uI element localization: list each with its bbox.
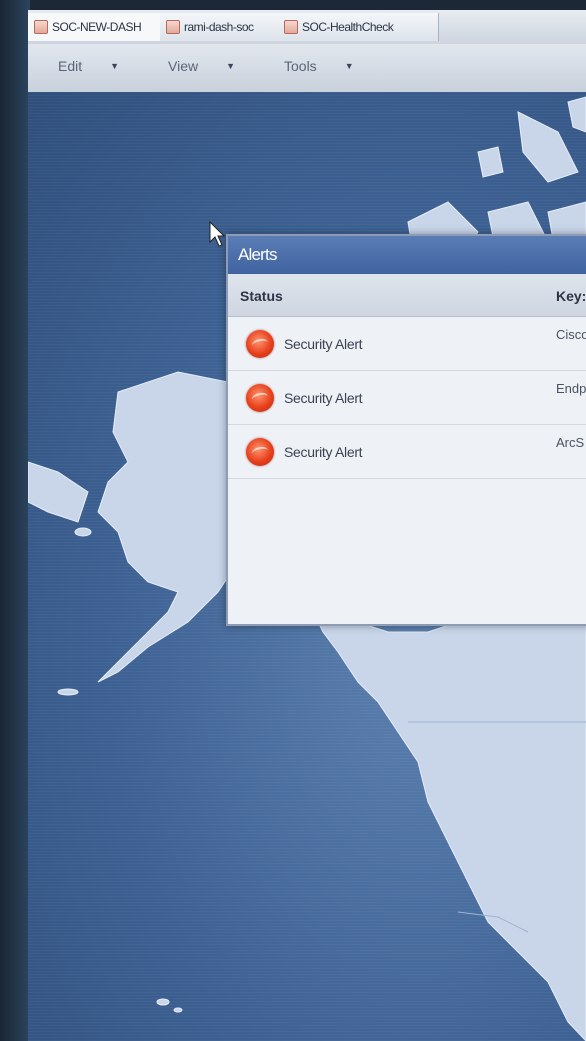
- menu-tools[interactable]: Tools ▼: [284, 58, 354, 74]
- dashboard-icon: [34, 20, 48, 34]
- alaska-landmass: [28, 461, 89, 523]
- arctic-islands: [517, 111, 579, 183]
- screen: SOC-NEW-DASH rami-dash-soc SOC-HealthChe…: [28, 10, 586, 1041]
- menu-view[interactable]: View ▼: [168, 58, 235, 74]
- dashboard-icon: [166, 20, 180, 34]
- alert-status-text: Security Alert: [284, 390, 363, 406]
- tab-label: SOC-NEW-DASH: [52, 20, 142, 34]
- column-header-status[interactable]: Status: [240, 288, 283, 304]
- tab-soc-new-dash[interactable]: SOC-NEW-DASH: [28, 13, 167, 41]
- alert-status-icon: [246, 438, 274, 466]
- menu-edit-label: Edit: [58, 58, 83, 74]
- alerts-table-header: Status Key:: [228, 274, 586, 317]
- island: [156, 998, 170, 1006]
- island: [173, 1007, 183, 1013]
- chevron-down-icon: ▼: [226, 61, 236, 71]
- table-row[interactable]: Security Alert ArcS: [228, 425, 586, 479]
- alert-status-text: Security Alert: [284, 336, 363, 352]
- column-header-key[interactable]: Key:: [556, 288, 586, 304]
- alaska-landmass: [97, 371, 239, 683]
- alert-key-text: Cisco: [556, 327, 586, 342]
- chevron-down-icon: ▼: [110, 61, 120, 71]
- island: [74, 527, 92, 537]
- tab-rami-dash-soc[interactable]: rami-dash-soc: [160, 13, 285, 41]
- menu-tools-label: Tools: [284, 58, 317, 74]
- dashboard-icon: [284, 20, 298, 34]
- alert-key-text: ArcS: [556, 435, 585, 450]
- arctic-islands: [477, 146, 504, 178]
- tab-label: rami-dash-soc: [184, 20, 254, 34]
- island: [57, 688, 79, 696]
- menu-bar: Edit ▼ View ▼ Tools ▼: [28, 44, 586, 94]
- menu-edit[interactable]: Edit ▼: [58, 58, 119, 74]
- tab-label: SOC-HealthCheck: [302, 20, 394, 34]
- chevron-down-icon: ▼: [344, 61, 354, 71]
- alert-key-text: Endp: [556, 381, 586, 396]
- table-row[interactable]: Security Alert Endp: [228, 371, 586, 425]
- monitor-bezel-left: [0, 0, 30, 1041]
- menu-view-label: View: [168, 58, 199, 74]
- alert-status-text: Security Alert: [284, 444, 363, 460]
- alerts-title: Alerts: [238, 245, 277, 264]
- alerts-window[interactable]: Alerts Status Key: Security Alert Cisco …: [226, 234, 586, 626]
- tab-strip: SOC-NEW-DASH rami-dash-soc SOC-HealthChe…: [28, 10, 586, 45]
- arctic-islands: [567, 96, 586, 133]
- table-row[interactable]: Security Alert Cisco: [228, 317, 586, 371]
- alert-status-icon: [246, 330, 274, 358]
- mouse-cursor-icon: [209, 220, 226, 247]
- alerts-title-bar[interactable]: Alerts: [228, 236, 586, 274]
- alert-status-icon: [246, 384, 274, 412]
- tab-soc-healthcheck[interactable]: SOC-HealthCheck: [278, 13, 439, 41]
